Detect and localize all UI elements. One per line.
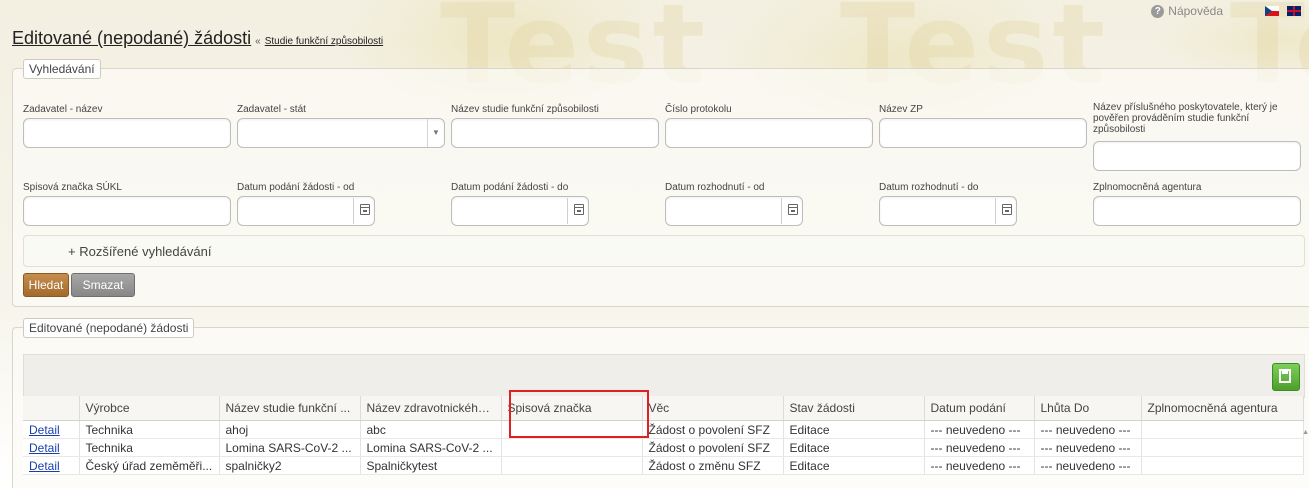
cell-lhuta-do: --- neuvedeno ---: [1034, 438, 1142, 457]
datum-rozhodnuti-do-input[interactable]: [879, 196, 1017, 226]
cell-vec: Žádost o povolení SFZ: [642, 438, 784, 457]
column-header-stav-zadosti[interactable]: Stav žádosti: [783, 396, 925, 421]
datum-rozhodnuti-od-input[interactable]: [665, 196, 803, 226]
help-label: Nápověda: [1168, 4, 1223, 18]
search-panel: Vyhledávání Zadavatel - název Zadavatel …: [12, 59, 1309, 307]
cell-agentura: [1141, 438, 1304, 457]
grid-toolbar: [23, 354, 1305, 398]
calendar-icon[interactable]: [788, 204, 798, 215]
cell-nazev-studie: ahoj: [219, 420, 361, 439]
cell-lhuta-do: --- neuvedeno ---: [1034, 420, 1142, 439]
cell-nazev-zdravotnickeho: Lomina SARS-CoV-2 ...: [360, 438, 502, 457]
advanced-search-label: + Rozšířené vyhledávání: [68, 244, 212, 259]
calendar-icon[interactable]: [360, 204, 370, 215]
nazev-zp-label: Název ZP: [879, 104, 923, 115]
cell-stav: Editace: [783, 438, 925, 457]
datum-podani-od-input[interactable]: [237, 196, 375, 226]
cell-agentura: [1141, 420, 1304, 439]
cislo-protokolu-input[interactable]: [665, 118, 873, 148]
zadavatel-stat-label: Zadavatel - stát: [237, 104, 306, 115]
chevron-down-icon[interactable]: ▼: [427, 119, 444, 147]
agentura-input[interactable]: [1093, 196, 1301, 226]
cell-datum-podani: --- neuvedeno ---: [924, 438, 1035, 457]
spisova-znacka-input[interactable]: [23, 196, 231, 226]
nazev-studie-label: Název studie funkční způsobilosti: [451, 104, 599, 115]
table-row: Detail Technika Lomina SARS-CoV-2 ... Lo…: [23, 438, 1304, 457]
zadavatel-nazev-label: Zadavatel - název: [23, 104, 103, 115]
cell-datum-podani: --- neuvedeno ---: [924, 456, 1035, 475]
cell-lhuta-do: --- neuvedeno ---: [1034, 456, 1142, 475]
datum-podani-do-label: Datum podání žádosti - do: [451, 182, 569, 193]
cell-detail[interactable]: Detail: [23, 420, 80, 439]
datum-rozhodnuti-od-label: Datum rozhodnutí - od: [665, 182, 765, 193]
cell-vyrobce: Český úřad zeměměři...: [79, 456, 220, 475]
results-panel: Editované (nepodané) žádosti Výrobce Náz…: [12, 318, 1309, 488]
column-header-nazev-studie[interactable]: Název studie funkční ...: [219, 396, 361, 421]
cell-spisova-znacka: [501, 456, 643, 475]
export-save-icon[interactable]: [1272, 363, 1300, 391]
cell-vec: Žádost o změnu SFZ: [642, 456, 784, 475]
scroll-up-icon[interactable]: ▲: [1302, 429, 1309, 436]
spisova-znacka-label: Spisová značka SÚKL: [23, 182, 122, 193]
breadcrumb-link[interactable]: Studie funkční způsobilosti: [265, 36, 383, 47]
table-header-row: Výrobce Název studie funkční ... Název z…: [23, 396, 1304, 421]
datum-podani-od-label: Datum podání žádosti - od: [237, 182, 355, 193]
cell-nazev-studie: Lomina SARS-CoV-2 ...: [219, 438, 361, 457]
column-header-vec[interactable]: Věc: [642, 396, 784, 421]
highlight-annotation: [509, 390, 649, 438]
cell-datum-podani: --- neuvedeno ---: [924, 420, 1035, 439]
cell-spisova-znacka: [501, 438, 643, 457]
cell-agentura: [1141, 456, 1304, 475]
cislo-protokolu-label: Číslo protokolu: [665, 104, 732, 115]
cell-vec: Žádost o povolení SFZ: [642, 420, 784, 439]
table-row: Detail Technika ahoj abc Žádost o povole…: [23, 420, 1304, 439]
detail-link[interactable]: Detail: [29, 459, 60, 473]
detail-link[interactable]: Detail: [29, 423, 60, 437]
cell-vyrobce: Technika: [79, 420, 220, 439]
column-header-lhuta-do[interactable]: Lhůta Do: [1034, 396, 1142, 421]
english-flag-icon[interactable]: [1287, 6, 1301, 16]
table-row: Detail Český úřad zeměměři... spalničky2…: [23, 456, 1304, 475]
cell-vyrobce: Technika: [79, 438, 220, 457]
column-header-datum-podani[interactable]: Datum podání: [924, 396, 1035, 421]
column-header-nazev-zdravotnickeho[interactable]: Název zdravotnického...: [360, 396, 502, 421]
poskytovatel-label: Název příslušného poskytovatele, který j…: [1093, 102, 1278, 135]
column-header-agentura[interactable]: Zplnomocněná agentura: [1141, 396, 1304, 421]
results-table: Výrobce Název studie funkční ... Název z…: [23, 396, 1304, 475]
nazev-studie-input[interactable]: [451, 118, 659, 148]
clear-button[interactable]: Smazat: [71, 273, 135, 297]
calendar-icon[interactable]: [1002, 204, 1012, 215]
cell-nazev-zdravotnickeho: Spalničkytest: [360, 456, 502, 475]
breadcrumb-separator: «: [255, 36, 261, 47]
poskytovatel-input[interactable]: [1093, 141, 1301, 171]
search-legend: Vyhledávání: [23, 59, 101, 79]
cell-detail[interactable]: Detail: [23, 456, 80, 475]
cell-detail[interactable]: Detail: [23, 438, 80, 457]
search-button[interactable]: Hledat: [23, 273, 69, 297]
calendar-icon[interactable]: [574, 204, 584, 215]
czech-flag-icon[interactable]: [1265, 6, 1279, 16]
agentura-label: Zplnomocněná agentura: [1093, 182, 1202, 193]
cell-stav: Editace: [783, 420, 925, 439]
zadavatel-nazev-input[interactable]: [23, 118, 231, 148]
nazev-zp-input[interactable]: [879, 118, 1087, 148]
column-header[interactable]: [23, 396, 80, 421]
detail-link[interactable]: Detail: [29, 441, 60, 455]
help-icon: ?: [1151, 4, 1165, 18]
page-title[interactable]: Editované (nepodané) žádosti: [12, 28, 251, 49]
zadavatel-stat-select[interactable]: ▼: [237, 118, 445, 148]
advanced-search-toggle[interactable]: + Rozšířené vyhledávání: [23, 235, 1305, 267]
help-link[interactable]: ? Nápověda: [1151, 4, 1223, 18]
page-header: Editované (nepodané) žádosti « Studie fu…: [12, 28, 383, 49]
top-bar: ? Nápověda: [1151, 4, 1301, 18]
cell-nazev-zdravotnickeho: abc: [360, 420, 502, 439]
results-legend: Editované (nepodané) žádosti: [23, 318, 195, 338]
cell-stav: Editace: [783, 456, 925, 475]
datum-podani-do-input[interactable]: [451, 196, 589, 226]
cell-nazev-studie: spalničky2: [219, 456, 361, 475]
datum-rozhodnuti-do-label: Datum rozhodnutí - do: [879, 182, 979, 193]
column-header-vyrobce[interactable]: Výrobce: [79, 396, 220, 421]
